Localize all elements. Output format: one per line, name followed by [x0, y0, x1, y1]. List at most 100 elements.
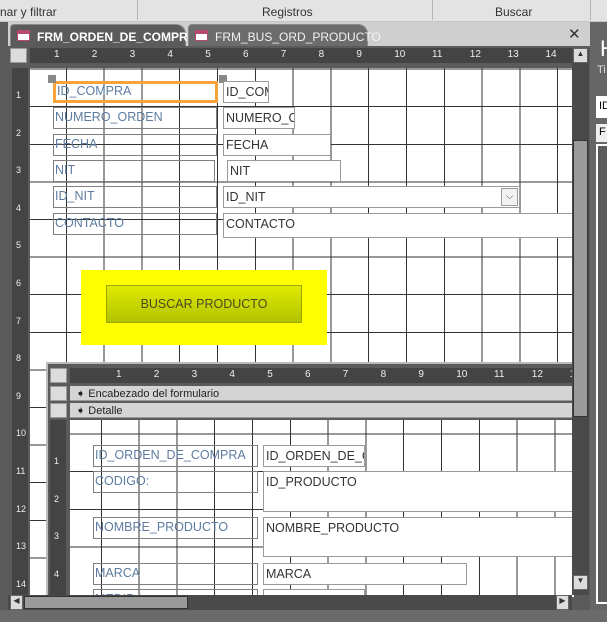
- vertical-ruler: 1 2 3 4 5 6 7 8 9 10 11 12 13 14: [12, 68, 28, 595]
- property-sheet-panel: H Ti ID F: [590, 22, 607, 610]
- document-tab-strip: FRM_ORDEN_DE_COMPRA FRM_BUS_ORD_PRODUCTO: [8, 22, 590, 46]
- ruler-mark: 7: [280, 49, 287, 60]
- ruler-mark: 4: [229, 369, 235, 380]
- scroll-up-arrow-icon[interactable]: ▲: [573, 48, 588, 63]
- field-nombre-producto[interactable]: NOMBRE_PRODUCTO: [263, 517, 574, 557]
- label-id-compra[interactable]: ID_COMPRA: [53, 81, 218, 103]
- ribbon-group-labels: nar y filtrar Registros Buscar: [0, 0, 607, 22]
- ruler-mark: 5: [267, 369, 273, 380]
- field-marca[interactable]: MARCA: [263, 563, 467, 585]
- subform-selector[interactable]: [50, 368, 67, 383]
- label-marca[interactable]: MARCA: [93, 563, 258, 585]
- ruler-mark: 10: [394, 49, 406, 60]
- label-nit[interactable]: NIT: [53, 160, 215, 182]
- ruler-mark: 6: [243, 49, 249, 60]
- ruler-mark: 1: [54, 456, 60, 466]
- field-nit[interactable]: NIT: [227, 160, 341, 182]
- subform-horizontal-ruler: 12345678910111213: [70, 368, 574, 383]
- label-codigo[interactable]: CODIGO:: [93, 471, 258, 493]
- field-id-orden-de-compra[interactable]: ID_ORDEN_DE_C: [263, 445, 365, 467]
- scroll-right-arrow-icon[interactable]: ▶: [556, 595, 569, 610]
- chevron-down-icon[interactable]: ⌵: [501, 188, 518, 206]
- ruler-mark: 4: [16, 202, 22, 213]
- ruler-mark: 12: [16, 503, 27, 514]
- scrollbar-thumb[interactable]: [24, 596, 188, 609]
- ruler-mark: 10: [16, 428, 27, 439]
- label-fecha[interactable]: FECHA: [53, 134, 217, 156]
- label-contacto[interactable]: CONTACTO: [53, 213, 217, 235]
- section-form-header[interactable]: ➧ Encabezado del formulario: [70, 386, 574, 401]
- ruler-mark: 8: [16, 353, 22, 364]
- ruler-mark: 9: [16, 390, 22, 401]
- tab-frm-bus-ord-producto[interactable]: FRM_BUS_ORD_PRODUCTO: [188, 24, 381, 46]
- subform-canvas[interactable]: ID_ORDEN_DE_COMPRA CODIGO: NOMBRE_PRODUC…: [70, 420, 574, 597]
- horizontal-scrollbar[interactable]: ◀ ▶: [8, 595, 572, 610]
- ruler-mark: 3: [191, 369, 198, 380]
- ruler-mark: 9: [356, 49, 362, 60]
- ruler-mark: 13: [507, 49, 519, 60]
- ruler-mark: 12: [469, 49, 481, 60]
- ruler-mark: 8: [380, 369, 387, 380]
- ruler-mark: 4: [167, 49, 173, 60]
- ruler-mark: 2: [54, 493, 60, 504]
- ruler-mark: 6: [16, 278, 22, 288]
- combo-value: ID_NIT: [226, 190, 266, 204]
- ruler-mark: 7: [16, 315, 22, 326]
- ruler-mark: 11: [494, 369, 505, 380]
- tab-frm-orden-de-compra[interactable]: FRM_ORDEN_DE_COMPRA: [10, 24, 196, 46]
- buscar-producto-button[interactable]: BUSCAR PRODUCTO: [106, 285, 302, 323]
- panel-subtitle: Ti: [597, 64, 606, 76]
- ribbon-group-find: Buscar: [495, 5, 533, 19]
- section-label: Encabezado del formulario: [88, 388, 220, 400]
- ruler-mark: 2: [16, 127, 22, 138]
- tab-label: FRM_ORDEN_DE_COMPRA: [37, 30, 197, 44]
- section-selector[interactable]: [50, 403, 67, 418]
- label-id-orden-de-compra[interactable]: ID_ORDEN_DE_COMPRA: [93, 445, 258, 467]
- ruler-mark: 8: [318, 49, 325, 60]
- field-numero-orden[interactable]: NUMERO_C: [223, 107, 295, 129]
- subform-vertical-ruler: 1 2 3 4: [50, 420, 66, 597]
- combo-id-nit[interactable]: ID_NIT ⌵: [223, 186, 520, 208]
- ruler-mark: 4: [54, 568, 60, 579]
- ruler-mark: 3: [54, 531, 60, 542]
- ruler-mark: 2: [153, 369, 160, 380]
- ribbon-group-records: Registros: [262, 5, 313, 19]
- field-id-producto[interactable]: ID_PRODUCTO: [263, 471, 574, 512]
- ruler-mark: 2: [91, 49, 98, 60]
- property-list[interactable]: [596, 144, 607, 604]
- label-nombre-producto[interactable]: NOMBRE_PRODUCTO: [93, 517, 258, 539]
- form-icon: [195, 30, 208, 41]
- panel-title: H: [600, 36, 607, 62]
- property-tab[interactable]: F: [596, 124, 607, 142]
- ruler-mark: 3: [129, 49, 136, 60]
- ribbon-group-sort-filter: nar y filtrar: [0, 5, 57, 19]
- ruler-mark: 3: [16, 165, 22, 176]
- ruler-mark: 14: [545, 49, 557, 60]
- scroll-left-arrow-icon[interactable]: ◀: [10, 595, 23, 610]
- ruler-mark: 5: [16, 240, 22, 251]
- field-id-compra[interactable]: ID_COM: [223, 81, 269, 103]
- ruler-mark: 6: [305, 369, 311, 380]
- vertical-scrollbar[interactable]: ▲ ▼: [572, 48, 589, 595]
- ruler-mark: 11: [16, 466, 26, 476]
- ruler-mark: 7: [342, 369, 349, 380]
- section-selector[interactable]: [50, 386, 67, 401]
- section-detail[interactable]: ➧ Detalle: [70, 403, 574, 418]
- ruler-mark: 11: [432, 49, 443, 60]
- field-fecha[interactable]: FECHA: [223, 134, 331, 156]
- subform-control[interactable]: 12345678910111213 ➧ Encabezado del formu…: [46, 362, 574, 597]
- arrow-icon: ➧: [76, 388, 89, 400]
- horizontal-ruler: 1 2 3 4 5 6 7 8 9 10 11 12 13 14: [30, 48, 572, 63]
- label-numero-orden[interactable]: NUMERO_ORDEN: [53, 107, 217, 129]
- status-bar: [0, 610, 607, 622]
- field-contacto[interactable]: CONTACTO: [223, 213, 572, 238]
- label-id-nit[interactable]: ID_NIT: [53, 186, 217, 208]
- form-selector[interactable]: [10, 48, 27, 63]
- move-handle[interactable]: [48, 75, 56, 83]
- ruler-mark: 13: [16, 541, 27, 552]
- scrollbar-thumb[interactable]: [573, 140, 588, 417]
- close-icon[interactable]: ✕: [568, 25, 581, 43]
- ruler-mark: 1: [54, 49, 60, 60]
- scroll-down-arrow-icon[interactable]: ▼: [573, 575, 588, 590]
- selection-type-dropdown[interactable]: ID: [596, 96, 607, 118]
